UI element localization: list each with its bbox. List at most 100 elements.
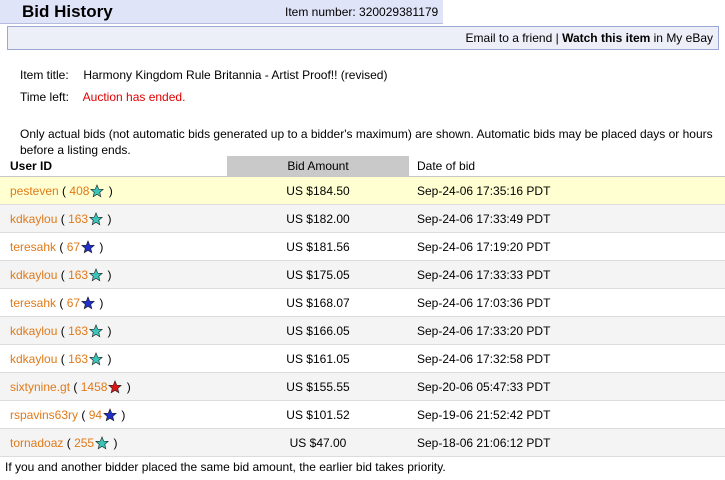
feedback-score-link[interactable]: 67 — [67, 240, 80, 254]
date-of-bid-header[interactable]: Date of bid — [409, 156, 725, 177]
open-paren: ( — [60, 323, 65, 338]
item-title-row: Item title: Harmony Kingdom Rule Britann… — [20, 68, 387, 82]
bids-note: Only actual bids (not automatic bids gen… — [20, 127, 713, 157]
close-paren: ) — [107, 323, 112, 338]
table-row: kdkaylou ( 163 ) US $175.05 Sep-24-06 17:3… — [0, 260, 725, 289]
time-left-row: Time left: Auction has ended. — [20, 90, 185, 104]
user-cell: tornadoaz ( 255 ) — [0, 428, 227, 457]
table-row: pesteven ( 408 ) US $184.50 Sep-24-06 17:3… — [0, 176, 725, 205]
email-friend-link[interactable]: Email to a friend — [466, 31, 553, 45]
action-bar: Email to a friend | Watch this item in M… — [7, 26, 719, 50]
bidder-link[interactable]: teresahk — [10, 240, 56, 254]
bidder-link[interactable]: teresahk — [10, 296, 56, 310]
bid-amount-cell: US $175.05 — [227, 260, 409, 289]
close-paren: ) — [121, 407, 126, 422]
turquoise-star-icon[interactable] — [89, 351, 104, 366]
open-paren: ( — [60, 211, 65, 226]
blue-star-icon[interactable] — [103, 407, 118, 422]
feedback-score-link[interactable]: 255 — [74, 436, 94, 450]
bid-date-cell: Sep-24-06 17:19:20 PDT — [409, 232, 725, 261]
blue-star-icon[interactable] — [81, 295, 96, 310]
turquoise-star-icon[interactable] — [95, 435, 110, 450]
title-bar: Bid History Item number: 320029381179 — [0, 0, 443, 24]
turquoise-star-icon[interactable] — [89, 267, 104, 282]
bidder-link[interactable]: kdkaylou — [10, 268, 57, 282]
bid-amount-cell: US $47.00 — [227, 428, 409, 457]
footer-note: If you and another bidder placed the sam… — [5, 460, 446, 474]
bid-date-cell: Sep-24-06 17:33:49 PDT — [409, 204, 725, 233]
user-cell: rspavins63ry ( 94 ) — [0, 400, 227, 429]
bid-history-table: User ID Bid Amount Date of bid pesteven … — [0, 156, 725, 457]
open-paren: ( — [59, 295, 64, 310]
user-cell: sixtynine.gt ( 1458 ) — [0, 372, 227, 401]
table-row: kdkaylou ( 163 ) US $182.00 Sep-24-06 17:3… — [0, 204, 725, 233]
feedback-score-link[interactable]: 163 — [68, 212, 88, 226]
close-paren: ) — [107, 351, 112, 366]
user-cell: kdkaylou ( 163 ) — [0, 260, 227, 289]
blue-star-icon[interactable] — [81, 239, 96, 254]
table-row: kdkaylou ( 163 ) US $166.05 Sep-24-06 17:3… — [0, 316, 725, 345]
red-star-icon[interactable] — [108, 379, 123, 394]
item-title-value: Harmony Kingdom Rule Britannia - Artist … — [83, 68, 388, 82]
bidder-link[interactable]: kdkaylou — [10, 324, 57, 338]
turquoise-star-icon[interactable] — [89, 323, 104, 338]
bid-date-cell: Sep-24-06 17:03:36 PDT — [409, 288, 725, 317]
bid-date-cell: Sep-24-06 17:33:20 PDT — [409, 316, 725, 345]
time-left-label: Time left: — [20, 90, 69, 104]
bid-amount-cell: US $101.52 — [227, 400, 409, 429]
feedback-score-link[interactable]: 163 — [68, 268, 88, 282]
turquoise-star-icon[interactable] — [90, 183, 105, 198]
auction-status: Auction has ended. — [82, 90, 186, 104]
close-paren: ) — [126, 379, 131, 394]
user-id-header[interactable]: User ID — [0, 156, 227, 177]
user-cell: kdkaylou ( 163 ) — [0, 316, 227, 345]
feedback-score-link[interactable]: 163 — [68, 352, 88, 366]
user-cell: teresahk ( 67 ) — [0, 232, 227, 261]
table-header-row: User ID Bid Amount Date of bid — [0, 156, 725, 177]
bid-date-cell: Sep-19-06 21:52:42 PDT — [409, 400, 725, 429]
feedback-score-link[interactable]: 408 — [69, 184, 89, 198]
bid-rows: pesteven ( 408 ) US $184.50 Sep-24-06 17:3… — [0, 176, 725, 457]
close-paren: ) — [99, 295, 104, 310]
item-number: Item number: 320029381179 — [285, 5, 439, 19]
bid-date-cell: Sep-18-06 21:06:12 PDT — [409, 428, 725, 457]
table-row: rspavins63ry ( 94 ) US $101.52 Sep-19-06 2… — [0, 400, 725, 429]
feedback-score-link[interactable]: 67 — [67, 296, 80, 310]
bid-date-cell: Sep-24-06 17:33:33 PDT — [409, 260, 725, 289]
close-paren: ) — [99, 239, 104, 254]
bidder-link[interactable]: pesteven — [10, 184, 59, 198]
user-cell: kdkaylou ( 163 ) — [0, 204, 227, 233]
open-paren: ( — [59, 239, 64, 254]
bidder-link[interactable]: kdkaylou — [10, 352, 57, 366]
feedback-score-link[interactable]: 94 — [89, 408, 102, 422]
feedback-score-link[interactable]: 1458 — [81, 380, 108, 394]
open-paren: ( — [73, 379, 78, 394]
bid-amount-cell: US $184.50 — [227, 176, 409, 205]
bid-date-cell: Sep-24-06 17:32:58 PDT — [409, 344, 725, 373]
bid-amount-cell: US $181.56 — [227, 232, 409, 261]
bid-date-cell: Sep-24-06 17:35:16 PDT — [409, 176, 725, 205]
bid-amount-header[interactable]: Bid Amount — [227, 156, 409, 177]
bid-amount-cell: US $166.05 — [227, 316, 409, 345]
open-paren: ( — [60, 351, 65, 366]
bid-date-cell: Sep-20-06 05:47:33 PDT — [409, 372, 725, 401]
table-row: sixtynine.gt ( 1458 ) US $155.55 Sep-20-06… — [0, 372, 725, 401]
open-paren: ( — [81, 407, 86, 422]
bid-amount-cell: US $168.07 — [227, 288, 409, 317]
close-paren: ) — [107, 267, 112, 282]
bidder-link[interactable]: kdkaylou — [10, 212, 57, 226]
bid-amount-cell: US $182.00 — [227, 204, 409, 233]
open-paren: ( — [62, 183, 67, 198]
open-paren: ( — [66, 435, 71, 450]
watch-item-link[interactable]: Watch this item — [562, 31, 650, 45]
table-row: tornadoaz ( 255 ) US $47.00 Sep-18-06 21:0… — [0, 428, 725, 457]
bidder-link[interactable]: sixtynine.gt — [10, 380, 70, 394]
bidder-link[interactable]: tornadoaz — [10, 436, 63, 450]
page-title: Bid History — [22, 2, 113, 21]
close-paren: ) — [108, 183, 113, 198]
table-row: teresahk ( 67 ) US $168.07 Sep-24-06 17:03… — [0, 288, 725, 317]
close-paren: ) — [113, 435, 118, 450]
turquoise-star-icon[interactable] — [89, 211, 104, 226]
bidder-link[interactable]: rspavins63ry — [10, 408, 78, 422]
feedback-score-link[interactable]: 163 — [68, 324, 88, 338]
